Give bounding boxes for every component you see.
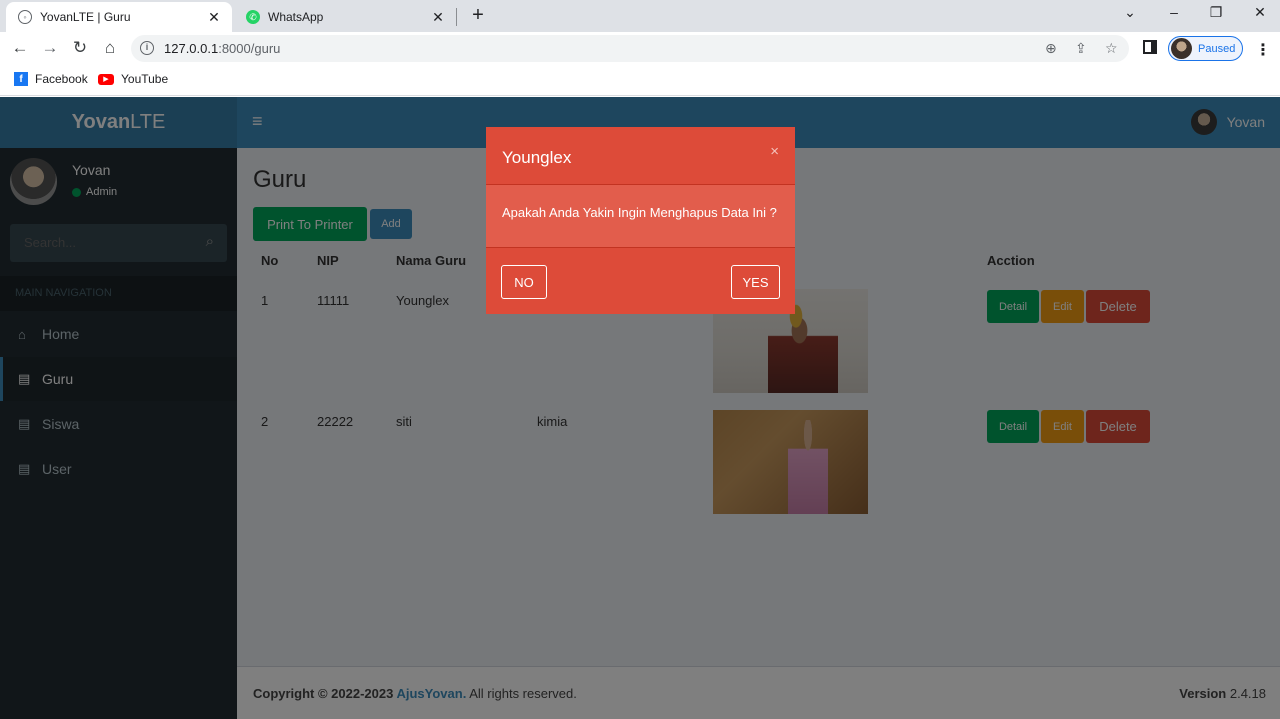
bookmark-label: Facebook	[35, 72, 88, 86]
profile-status: Paused	[1198, 42, 1236, 55]
close-icon[interactable]: ×	[770, 143, 779, 160]
minimize-icon[interactable]: –	[1162, 4, 1186, 20]
whatsapp-icon: ✆	[246, 10, 260, 24]
modal-body: Apakah Anda Yakin Ingin Menghapus Data I…	[486, 185, 795, 247]
tab-title: YovanLTE | Guru	[40, 10, 131, 24]
profile-avatar	[1171, 38, 1192, 59]
modal-footer: NO YES	[486, 247, 795, 314]
menu-icon[interactable]: ⋮	[1255, 40, 1271, 60]
bookmarks-bar: f Facebook ▶ YouTube	[0, 64, 1280, 96]
delete-confirm-modal: Younglex × Apakah Anda Yakin Ingin Mengh…	[486, 127, 795, 314]
url-text[interactable]: 127.0.0.1:8000/guru	[164, 41, 280, 56]
browser-toolbar: ← → ↻ ⌂ i 127.0.0.1:8000/guru ⊕ ⇪ ☆	[0, 32, 1280, 64]
youtube-icon: ▶	[98, 73, 114, 85]
tab-yovanlte[interactable]: ◦ YovanLTE | Guru ✕	[6, 2, 232, 32]
tab-search-icon[interactable]: ⌄	[1118, 4, 1142, 21]
home-icon[interactable]: ⌂	[99, 37, 121, 59]
tab-separator	[456, 8, 457, 26]
reload-icon[interactable]: ↻	[69, 37, 91, 59]
globe-icon: ◦	[18, 10, 32, 24]
tab-whatsapp[interactable]: ✆ WhatsApp ✕	[234, 2, 456, 32]
back-icon[interactable]: ←	[9, 37, 31, 59]
url-path: :8000/guru	[218, 41, 281, 56]
bookmark-star-icon[interactable]: ☆	[1105, 40, 1118, 57]
zoom-icon[interactable]: ⊕	[1045, 40, 1057, 57]
tab-title: WhatsApp	[268, 10, 324, 24]
close-tab-icon[interactable]: ✕	[206, 9, 222, 26]
facebook-icon: f	[14, 72, 28, 86]
modal-title: Younglex	[502, 148, 572, 167]
close-window-icon[interactable]: ✕	[1248, 4, 1272, 21]
close-tab-icon[interactable]: ✕	[430, 9, 446, 26]
bookmark-youtube[interactable]: ▶ YouTube	[98, 72, 168, 86]
yes-button[interactable]: YES	[731, 265, 780, 299]
bookmark-facebook[interactable]: f Facebook	[14, 72, 88, 86]
url-host: 127.0.0.1	[164, 41, 219, 56]
no-button[interactable]: NO	[501, 265, 547, 299]
site-info-icon[interactable]: i	[140, 41, 154, 55]
new-tab-button[interactable]: +	[468, 4, 488, 27]
modal-header: Younglex ×	[486, 127, 795, 185]
share-icon[interactable]: ⇪	[1075, 40, 1087, 57]
restore-icon[interactable]: ❐	[1204, 4, 1228, 21]
modal-message: Apakah Anda Yakin Ingin Menghapus Data I…	[502, 205, 777, 220]
profile-button[interactable]: Paused	[1168, 36, 1243, 61]
side-panel-icon[interactable]	[1143, 40, 1157, 54]
forward-icon[interactable]: →	[39, 37, 61, 59]
address-bar[interactable]: i 127.0.0.1:8000/guru ⊕ ⇪ ☆	[131, 35, 1129, 62]
browser-tab-bar: ◦ YovanLTE | Guru ✕ ✆ WhatsApp ✕ + ⌄ – ❐…	[0, 0, 1280, 32]
bookmark-label: YouTube	[121, 72, 169, 86]
